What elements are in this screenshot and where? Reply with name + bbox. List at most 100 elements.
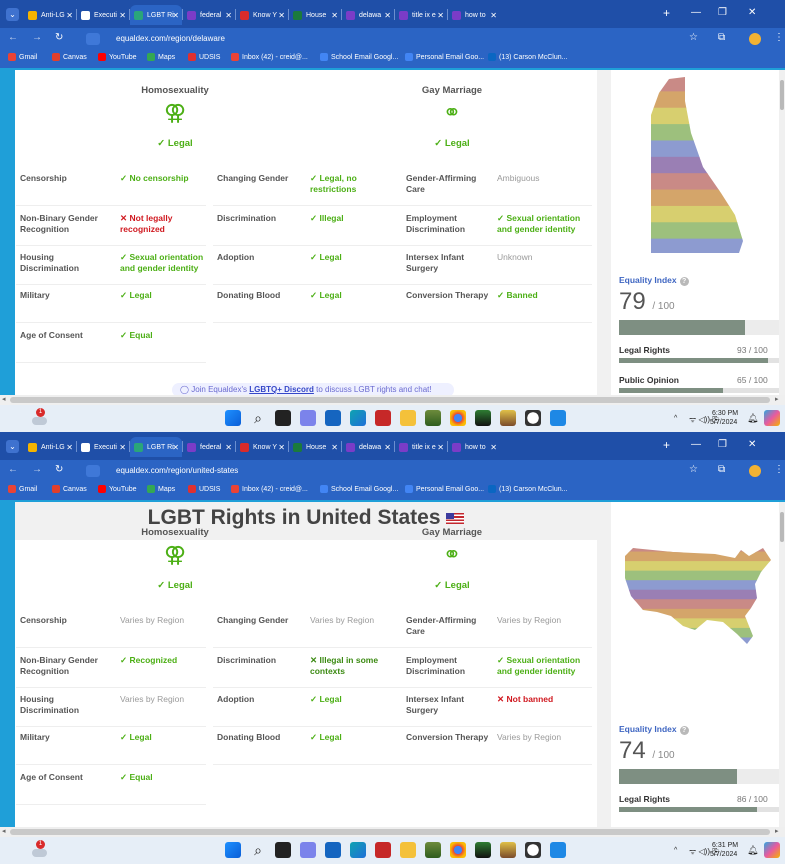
bookmark-item[interactable]: Canvas <box>52 485 87 493</box>
horizontal-scrollbar[interactable]: ◂ ▸ <box>0 827 785 837</box>
browser-tab[interactable]: how to ✕ <box>448 5 500 25</box>
copilot-icon[interactable] <box>764 410 780 426</box>
clock-time[interactable]: 6:30 PM <box>712 410 738 417</box>
task-view-icon[interactable] <box>275 410 291 426</box>
tab-close-icon[interactable]: ✕ <box>384 443 391 452</box>
bookmark-item[interactable]: YouTube <box>98 485 137 493</box>
bookmark-item[interactable]: UDSIS <box>188 485 220 493</box>
vertical-scrollbar[interactable] <box>779 502 785 827</box>
calendar-icon[interactable] <box>325 842 341 858</box>
bookmark-star-icon[interactable]: ☆ <box>689 464 698 475</box>
url-input[interactable]: equaldex.com/region/united-states <box>86 463 690 479</box>
tab-close-icon[interactable]: ✕ <box>331 11 338 20</box>
notifications-icon[interactable]: 🔔︎ <box>747 413 758 424</box>
close-window-icon[interactable]: ✕ <box>748 7 756 18</box>
browser-tab[interactable]: federal ✕ <box>183 5 235 25</box>
tab-close-icon[interactable]: ✕ <box>119 443 126 452</box>
tab-close-icon[interactable]: ✕ <box>331 443 338 452</box>
browser-tab[interactable]: Executi ✕ <box>77 5 129 25</box>
new-tab-button[interactable]: + <box>663 438 670 452</box>
tab-close-icon[interactable]: ✕ <box>172 443 179 452</box>
browser-tab[interactable]: federal ✕ <box>183 437 235 457</box>
file-explorer-icon[interactable] <box>400 410 416 426</box>
discord-link[interactable]: LGBTQ+ Discord <box>249 385 314 394</box>
chrome-icon[interactable] <box>450 410 466 426</box>
edge-icon[interactable] <box>350 842 366 858</box>
horizontal-scrollbar-thumb[interactable] <box>10 829 770 835</box>
tab-close-icon[interactable]: ✕ <box>66 443 73 452</box>
scroll-left-icon[interactable]: ◂ <box>2 395 6 403</box>
tab-close-icon[interactable]: ✕ <box>490 443 497 452</box>
site-info-icon[interactable] <box>86 33 100 45</box>
browser-tab[interactable]: how to ✕ <box>448 437 500 457</box>
tab-search-icon[interactable]: ⌄ <box>6 440 19 453</box>
search-icon[interactable]: ⌕ <box>250 842 266 858</box>
horizontal-scrollbar[interactable]: ◂ ▸ <box>0 395 785 405</box>
clock-date[interactable]: 5/7/2024 <box>710 419 737 426</box>
game-app-icon[interactable] <box>500 410 516 426</box>
tab-close-icon[interactable]: ✕ <box>119 11 126 20</box>
forward-icon[interactable]: → <box>32 32 42 43</box>
back-icon[interactable]: ← <box>8 32 18 43</box>
browser-tab[interactable]: Anti-LG ✕ <box>24 5 76 25</box>
bookmark-item[interactable]: Gmail <box>8 485 37 493</box>
scroll-left-icon[interactable]: ◂ <box>2 827 6 835</box>
scroll-right-icon[interactable]: ▸ <box>775 395 779 403</box>
scroll-right-icon[interactable]: ▸ <box>775 827 779 835</box>
help-icon[interactable]: ? <box>679 726 689 735</box>
maximize-icon[interactable]: ❐ <box>718 439 727 450</box>
reload-icon[interactable]: ↻ <box>55 32 63 43</box>
scrollbar-thumb[interactable] <box>780 512 784 542</box>
bookmark-item[interactable]: (13) Carson McClun... <box>488 53 567 61</box>
browser-tab[interactable]: delawa ✕ <box>342 5 394 25</box>
tab-close-icon[interactable]: ✕ <box>172 11 179 20</box>
search-icon[interactable]: ⌕ <box>250 410 266 426</box>
dell-icon[interactable] <box>525 410 541 426</box>
copilot-icon[interactable] <box>764 842 780 858</box>
task-view-icon[interactable] <box>275 842 291 858</box>
tab-close-icon[interactable]: ✕ <box>384 11 391 20</box>
url-input[interactable]: equaldex.com/region/delaware <box>86 31 690 47</box>
tab-close-icon[interactable]: ✕ <box>278 443 285 452</box>
maximize-icon[interactable]: ❐ <box>718 7 727 18</box>
tab-close-icon[interactable]: ✕ <box>66 11 73 20</box>
close-window-icon[interactable]: ✕ <box>748 439 756 450</box>
windows-start-icon[interactable] <box>225 410 241 426</box>
vertical-scrollbar[interactable] <box>779 70 785 395</box>
browser-menu-icon[interactable]: ⋮ <box>774 32 784 43</box>
minecraft-icon[interactable] <box>425 842 441 858</box>
browser-tab[interactable]: title ix e ✕ <box>395 437 447 457</box>
tray-chevron-icon[interactable]: ^ <box>674 847 677 854</box>
browser-tab[interactable]: delawa ✕ <box>342 437 394 457</box>
bookmark-item[interactable]: Gmail <box>8 53 37 61</box>
tab-close-icon[interactable]: ✕ <box>437 443 444 452</box>
cortana-icon[interactable] <box>550 410 566 426</box>
clock-time[interactable]: 6:31 PM <box>712 842 738 849</box>
xbox-game-icon[interactable] <box>475 410 491 426</box>
bookmark-star-icon[interactable]: ☆ <box>689 32 698 43</box>
bookmark-item[interactable]: YouTube <box>98 53 137 61</box>
discord-banner[interactable]: ◯ Join Equaldex's LGBTQ+ Discord to disc… <box>172 383 454 395</box>
help-icon[interactable]: ? <box>679 277 689 286</box>
cortana-icon[interactable] <box>550 842 566 858</box>
weather-widget[interactable]: 1 <box>30 408 48 426</box>
calendar-icon[interactable] <box>325 410 341 426</box>
browser-tab[interactable]: House ✕ <box>289 5 341 25</box>
bookmark-item[interactable]: School Email Googl... <box>320 53 398 61</box>
bookmark-item[interactable]: Canvas <box>52 53 87 61</box>
tab-close-icon[interactable]: ✕ <box>490 11 497 20</box>
bookmark-item[interactable]: Personal Email Goo... <box>405 485 484 493</box>
tab-close-icon[interactable]: ✕ <box>437 11 444 20</box>
mcafee-icon[interactable] <box>375 842 391 858</box>
minecraft-icon[interactable] <box>425 410 441 426</box>
profile-avatar[interactable] <box>749 465 761 477</box>
minimize-icon[interactable]: — <box>691 7 701 18</box>
tray-chevron-icon[interactable]: ^ <box>674 415 677 422</box>
xbox-game-icon[interactable] <box>475 842 491 858</box>
tab-close-icon[interactable]: ✕ <box>225 443 232 452</box>
bookmark-item[interactable]: Inbox (42) - creid@... <box>231 485 308 493</box>
bookmark-item[interactable]: UDSIS <box>188 53 220 61</box>
game-app-icon[interactable] <box>500 842 516 858</box>
notifications-icon[interactable]: 🔔︎ <box>747 845 758 856</box>
teams-icon[interactable] <box>300 842 316 858</box>
